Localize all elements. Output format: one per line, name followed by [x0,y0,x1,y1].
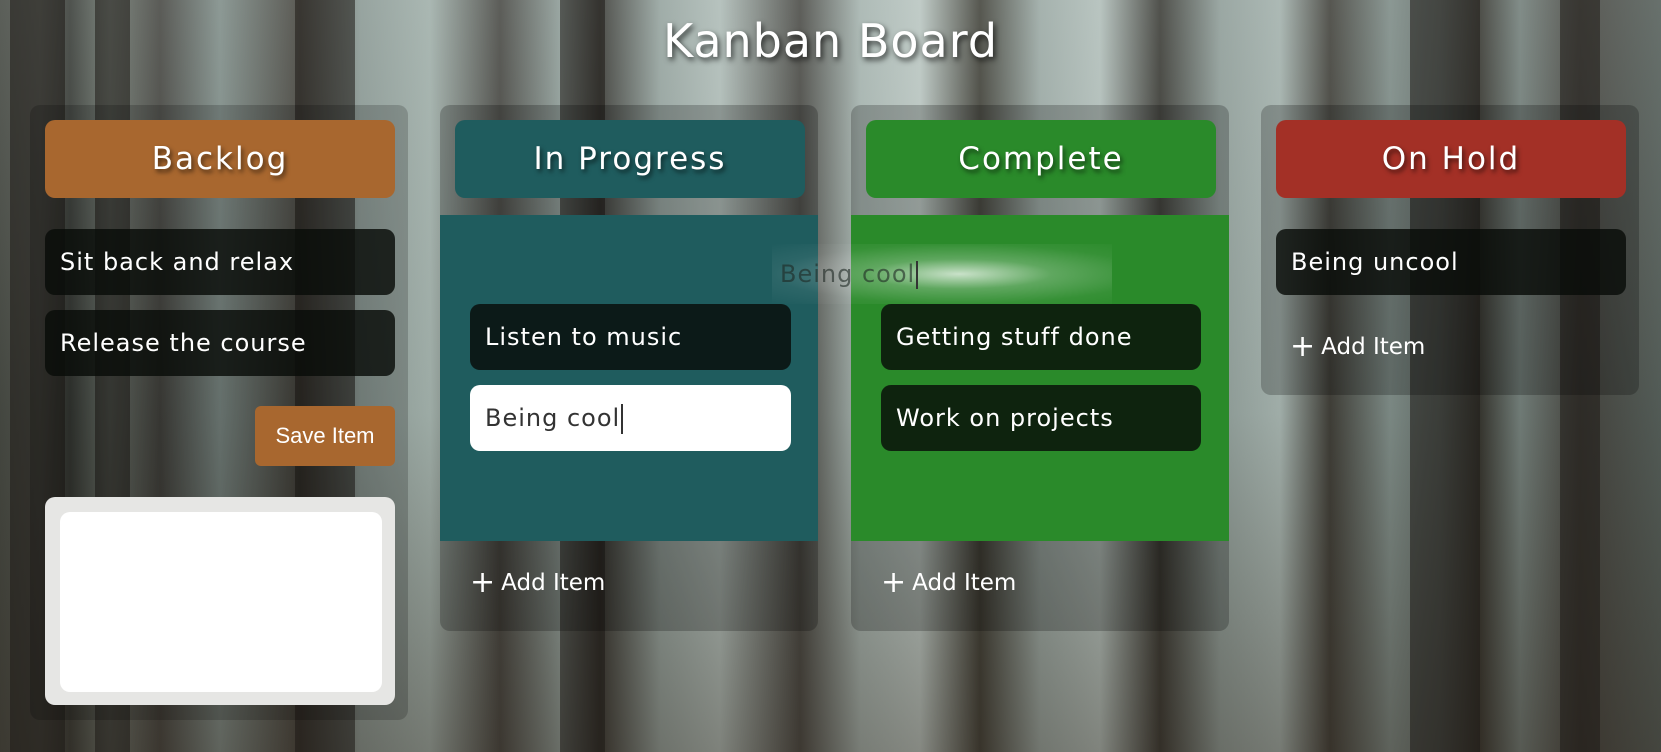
text-caret [621,404,624,434]
plus-icon: + [1290,329,1316,364]
add-item-button-on-hold[interactable]: + Add Item [1290,332,1425,362]
drag-ghost-card: Being cool [772,244,1112,304]
add-item-label: Add Item [912,570,1017,596]
add-item-textarea[interactable] [60,512,382,692]
card-item[interactable]: Sit back and relax [45,229,395,295]
card-item[interactable]: Listen to music [470,304,791,370]
add-item-container [45,497,395,705]
text-caret [916,261,919,289]
add-item-button-complete[interactable]: + Add Item [881,568,1016,598]
plus-icon: + [470,565,496,600]
card-item-editing[interactable]: Being cool [470,385,791,451]
column-header-complete: Complete [866,120,1216,198]
card-item[interactable]: Being uncool [1276,229,1626,295]
column-header-in-progress: In Progress [455,120,805,198]
card-item[interactable]: Release the course [45,310,395,376]
add-item-label: Add Item [501,570,606,596]
drag-ghost-text: Being cool [780,260,916,288]
page-title: Kanban Board [662,14,999,68]
add-item-label: Add Item [1321,334,1426,360]
column-header-on-hold: On Hold [1276,120,1626,198]
card-edit-text: Being cool [485,404,621,432]
card-item[interactable]: Work on projects [881,385,1201,451]
card-item[interactable]: Getting stuff done [881,304,1201,370]
add-item-button-in-progress[interactable]: + Add Item [470,568,605,598]
dropzone-in-progress[interactable] [440,215,818,541]
column-header-backlog: Backlog [45,120,395,198]
save-item-button[interactable]: Save Item [255,406,395,466]
plus-icon: + [881,565,907,600]
